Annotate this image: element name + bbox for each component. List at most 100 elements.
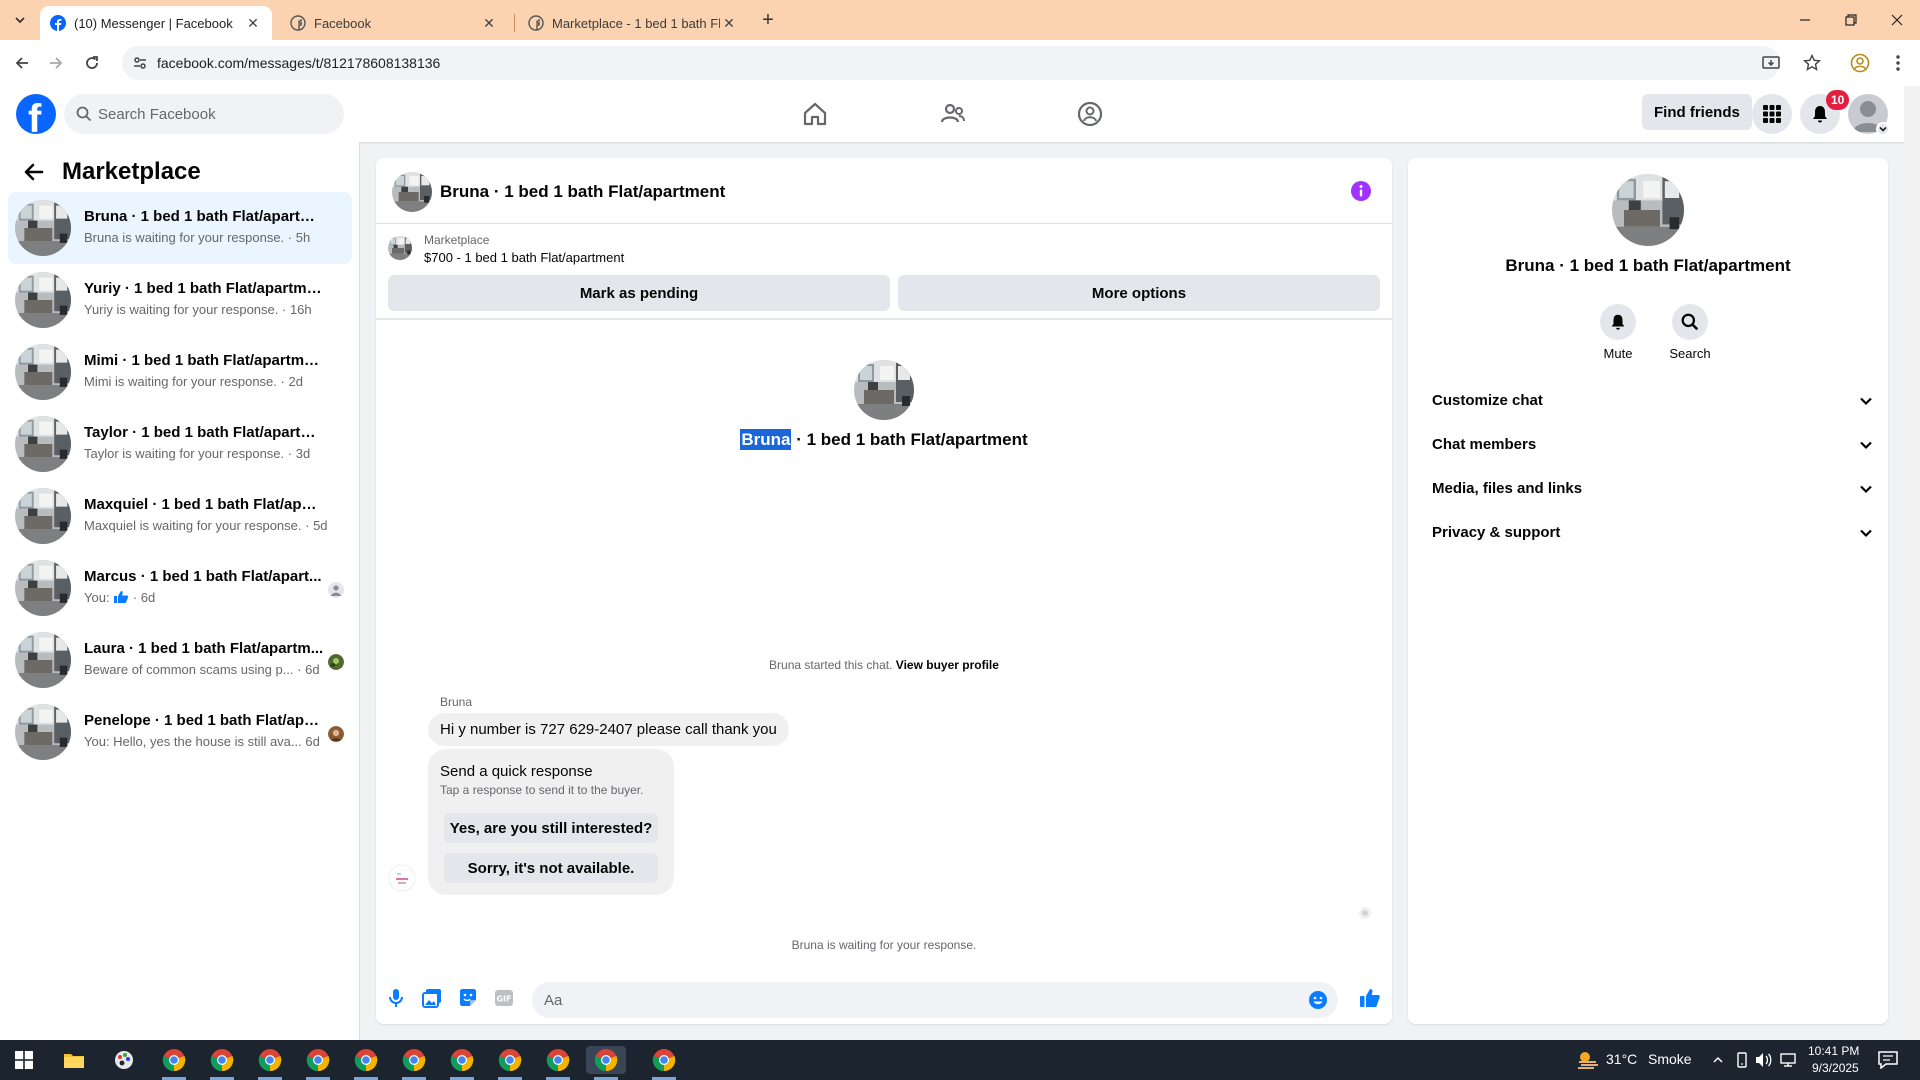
network-button[interactable] [1774,1046,1802,1074]
minimize-button[interactable] [1782,0,1828,40]
account-menu-caret[interactable] [1876,122,1890,136]
clock-date[interactable]: 9/3/2025 [1812,1061,1859,1075]
message-input[interactable] [544,982,1284,1018]
section-customize-chat[interactable]: Customize chat [1416,379,1880,423]
attach-media-button[interactable] [420,986,444,1010]
mute-icon-wrapper [1600,304,1636,340]
chat-item-taylor[interactable]: Taylor · 1 bed 1 bath Flat/apartment Tay… [8,408,352,480]
tab-messenger[interactable]: (10) Messenger | Facebook ✕ [40,6,272,40]
close-tab-icon[interactable]: ✕ [480,14,498,32]
section-chat-members[interactable]: Chat members [1416,423,1880,467]
quick-response-not-available[interactable]: Sorry, it's not available. [444,853,658,883]
chat-item-marcus[interactable]: Marcus · 1 bed 1 bath Flat/apart... You:… [8,552,352,624]
close-tab-icon[interactable]: ✕ [244,14,262,32]
voice-clip-button[interactable] [384,986,408,1010]
tab-marketplace[interactable]: Marketplace - 1 bed 1 bath Flat ✕ [518,6,748,40]
more-options-button[interactable]: More options [898,275,1380,311]
search-input[interactable] [98,94,334,134]
taskbar-chrome-9[interactable] [544,1046,572,1074]
tab-search-button[interactable] [8,8,32,32]
close-window-button[interactable] [1874,0,1920,40]
chat-name: Laura · 1 bed 1 bath Flat/apartm... [84,640,324,657]
site-settings-icon[interactable] [132,55,148,71]
send-like-button[interactable] [1358,986,1382,1010]
chat-name: Bruna · 1 bed 1 bath Flat/apartment [84,208,324,225]
back-to-chats-button[interactable] [20,158,48,186]
taskbar-chrome-10-active[interactable] [586,1046,626,1074]
taskbar-chrome-6[interactable] [400,1046,428,1074]
browser-tab-bar: (10) Messenger | Facebook ✕ Facebook ✕ M… [0,0,1920,40]
restore-button[interactable] [1828,0,1874,40]
chat-item-mimi[interactable]: Mimi · 1 bed 1 bath Flat/apartment Mimi … [8,336,352,408]
page-scrollbar[interactable] [1904,86,1920,1040]
taskbar-paint-app[interactable] [110,1046,138,1074]
nav-groups[interactable] [1070,94,1110,134]
taskbar-chrome-1[interactable] [160,1046,188,1074]
taskbar-chrome-3[interactable] [256,1046,284,1074]
message-input-wrapper[interactable] [532,982,1338,1018]
reload-button[interactable] [80,51,104,75]
nav-friends[interactable] [933,94,973,134]
weather-temperature[interactable]: 31°C [1606,1051,1637,1067]
chat-item-bruna[interactable]: Bruna · 1 bed 1 bath Flat/apartment Brun… [8,192,352,264]
message-bubble[interactable]: Hi y number is 727 629-2407 please call … [428,713,789,746]
chrome-icon [402,1049,426,1072]
like-thumb-icon [114,591,129,603]
clock-time[interactable]: 10:41 PM [1808,1044,1859,1058]
facebook-search[interactable] [64,94,344,134]
listing-price[interactable]: $700 - 1 bed 1 bath Flat/apartment [424,250,624,265]
sticker-button[interactable] [456,986,480,1010]
chat-list-header: Marketplace [20,158,201,186]
chat-item-laura[interactable]: Laura · 1 bed 1 bath Flat/apartm... Bewa… [8,624,352,696]
forward-button[interactable] [44,51,68,75]
info-icon[interactable] [1350,180,1372,202]
new-tab-button[interactable]: + [756,8,780,32]
view-buyer-profile-link[interactable]: View buyer profile [896,658,999,672]
nav-home[interactable] [795,94,835,134]
bookmark-star-button[interactable] [1800,51,1824,75]
back-button[interactable] [10,51,34,75]
install-app-icon[interactable] [1762,54,1780,72]
tab-title: Facebook [314,15,372,31]
avatar[interactable] [392,172,432,212]
seen-indicator-icon [1359,907,1371,919]
chat-item-maxquiel[interactable]: Maxquiel · 1 bed 1 bath Flat/apart... Ma… [8,480,352,552]
weather-condition[interactable]: Smoke [1648,1051,1692,1067]
listing-thumbnail[interactable] [388,236,412,260]
search-in-conversation-button[interactable]: Search [1660,304,1720,361]
quick-response-title: Send a quick response [440,763,593,780]
section-privacy-support[interactable]: Privacy & support [1416,511,1880,555]
taskbar-chrome-8[interactable] [496,1046,524,1074]
close-tab-icon[interactable]: ✕ [720,14,738,32]
taskbar-chrome-4[interactable] [304,1046,332,1074]
browser-profile-button[interactable] [1848,51,1872,75]
quick-response-still-interested[interactable]: Yes, are you still interested? [444,813,658,843]
photo-icon [422,989,441,1008]
taskbar-chrome-2[interactable] [208,1046,236,1074]
tab-facebook[interactable]: Facebook ✕ [280,6,508,40]
section-media-files-links[interactable]: Media, files and links [1416,467,1880,511]
taskbar-chrome-7[interactable] [448,1046,476,1074]
taskbar-chrome-11[interactable] [650,1046,678,1074]
facebook-favicon-icon [528,15,544,31]
chat-item-penelope[interactable]: Penelope · 1 bed 1 bath Flat/apa... You:… [8,696,352,768]
taskbar-chrome-5[interactable] [352,1046,380,1074]
speaker-icon [1756,1053,1772,1067]
browser-menu-button[interactable] [1886,51,1910,75]
mark-as-pending-button[interactable]: Mark as pending [388,275,890,311]
chrome-icon [652,1049,676,1072]
menu-button[interactable] [1752,94,1792,134]
find-friends-button[interactable]: Find friends [1642,94,1752,130]
address-bar[interactable]: facebook.com/messages/t/812178608138136 [122,46,1780,80]
gif-button[interactable]: GIF [492,986,516,1010]
mute-button[interactable]: Mute [1588,304,1648,361]
conversation-title[interactable]: Bruna · 1 bed 1 bath Flat/apartment [440,182,725,202]
facebook-logo[interactable]: f [16,94,56,134]
notification-center-button[interactable] [1874,1046,1902,1074]
browser-toolbar: facebook.com/messages/t/812178608138136 [0,40,1920,86]
chat-item-yuriy[interactable]: Yuriy · 1 bed 1 bath Flat/apartment Yuri… [8,264,352,336]
emoji-icon[interactable] [1308,990,1328,1010]
weather-widget-icon[interactable] [1574,1046,1602,1074]
taskbar-file-explorer[interactable] [60,1046,88,1074]
start-button[interactable] [10,1046,38,1074]
